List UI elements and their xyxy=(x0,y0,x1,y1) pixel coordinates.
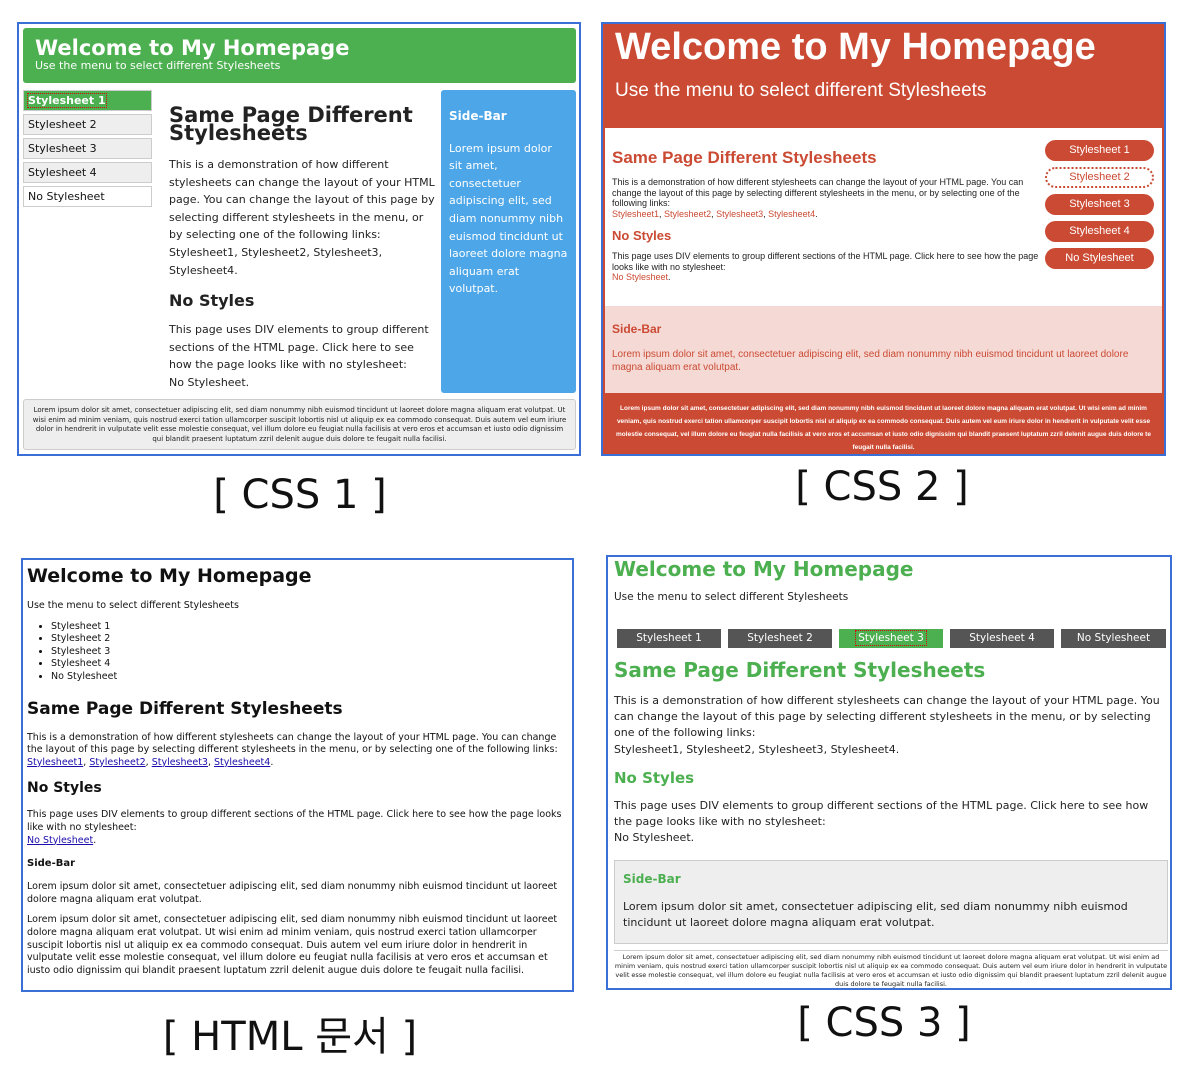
no-styles-heading: No Styles xyxy=(169,291,255,311)
menu-item-stylesheet-3[interactable]: Stylesheet 3 xyxy=(839,629,943,648)
link-no-stylesheet[interactable]: No Stylesheet xyxy=(27,835,93,846)
link-stylesheet2[interactable]: Stylesheet2 xyxy=(686,743,751,756)
intro-text: This is a demonstration of how different… xyxy=(27,731,558,768)
footer: Lorem ipsum dolor sit amet, consectetuer… xyxy=(23,399,576,450)
link-stylesheet1[interactable]: Stylesheet1 xyxy=(169,246,234,259)
page-heading: Same Page Different Stylesheets xyxy=(612,148,877,167)
link-stylesheet3[interactable]: Stylesheet3 xyxy=(313,246,378,259)
link-stylesheet2[interactable]: Stylesheet2 xyxy=(241,246,306,259)
intro-text: This is a demonstration of how different… xyxy=(169,158,435,277)
menu-item-no-stylesheet[interactable]: No Stylesheet xyxy=(1061,629,1166,648)
no-styles-text: This page uses DIV elements to group dif… xyxy=(27,809,562,846)
menu-item-stylesheet-1[interactable]: Stylesheet 1 xyxy=(1045,140,1154,161)
menu-item-stylesheet-1[interactable]: Stylesheet 1 xyxy=(23,90,152,111)
link-stylesheet4[interactable]: Stylesheet4 xyxy=(214,757,270,768)
no-styles-heading: No Styles xyxy=(612,228,672,243)
menu-item-no-stylesheet[interactable]: No Stylesheet xyxy=(1045,248,1154,269)
content-area: Same Page Different Stylesheets This is … xyxy=(605,128,1162,306)
css1-screenshot-panel: Welcome to My Homepage Use the menu to s… xyxy=(17,22,581,456)
page-heading: Same Page Different Stylesheets xyxy=(614,658,986,682)
main-content: Same Page Different Stylesheets This is … xyxy=(169,103,435,392)
link-no-stylesheet[interactable]: No Stylesheet xyxy=(169,376,246,389)
intro-text: This is a demonstration of how different… xyxy=(614,694,1160,756)
link-stylesheet1[interactable]: Stylesheet1 xyxy=(612,209,659,219)
site-subtitle: Use the menu to select different Stylesh… xyxy=(614,591,849,603)
stylesheet-menu: Stylesheet 1 Stylesheet 2 Stylesheet 3 S… xyxy=(617,629,1166,648)
menu-item-stylesheet-1[interactable]: Stylesheet 1 xyxy=(51,621,568,634)
link-stylesheet4[interactable]: Stylesheet4 xyxy=(768,209,815,219)
site-title: Welcome to My Homepage xyxy=(615,26,1096,68)
main-content: Same Page Different Stylesheets This is … xyxy=(614,657,1166,846)
menu-item-no-stylesheet[interactable]: No Stylesheet xyxy=(51,671,568,684)
sidebar-text: Lorem ipsum dolor sit amet, consectetuer… xyxy=(612,349,1129,373)
menu-item-stylesheet-4[interactable]: Stylesheet 4 xyxy=(1045,221,1154,242)
menu-item-stylesheet-3[interactable]: Stylesheet 3 xyxy=(51,646,568,659)
menu-item-stylesheet-4[interactable]: Stylesheet 4 xyxy=(51,658,568,671)
no-styles-text: This page uses DIV elements to group dif… xyxy=(614,798,1149,845)
menu-item-stylesheet-2[interactable]: Stylesheet 2 xyxy=(1045,167,1154,188)
css2-screenshot-panel: Welcome to My Homepage Use the menu to s… xyxy=(601,22,1166,456)
site-title: Welcome to My Homepage xyxy=(35,36,350,60)
menu-item-stylesheet-3[interactable]: Stylesheet 3 xyxy=(1045,194,1154,215)
menu-item-stylesheet-4[interactable]: Stylesheet 4 xyxy=(23,162,152,183)
menu-item-stylesheet-3[interactable]: Stylesheet 3 xyxy=(23,138,152,159)
link-stylesheet2[interactable]: Stylesheet2 xyxy=(89,757,145,768)
link-stylesheet4[interactable]: Stylesheet4 xyxy=(169,264,234,277)
no-styles-text: This page uses DIV elements to group dif… xyxy=(169,323,429,389)
caption-css3: [ CSS 3 ] xyxy=(797,1000,971,1046)
no-styles-heading: No Styles xyxy=(27,780,102,797)
header: Welcome to My Homepage Use the menu to s… xyxy=(23,28,576,83)
link-stylesheet1[interactable]: Stylesheet1 xyxy=(614,743,679,756)
stylesheet-menu: Stylesheet 1 Stylesheet 2 Stylesheet 3 S… xyxy=(1045,140,1154,275)
site-title: Welcome to My Homepage xyxy=(27,565,312,587)
site-title: Welcome to My Homepage xyxy=(614,557,914,581)
header: Welcome to My Homepage Use the menu to s… xyxy=(603,24,1164,128)
intro-text: This is a demonstration of how different… xyxy=(612,177,1024,219)
html-screenshot-panel: Welcome to My Homepage Use the menu to s… xyxy=(21,558,574,992)
sidebar-heading: Side-Bar xyxy=(27,858,76,870)
menu-item-stylesheet-2[interactable]: Stylesheet 2 xyxy=(51,633,568,646)
site-subtitle: Use the menu to select different Stylesh… xyxy=(27,600,239,611)
stylesheet-menu: Stylesheet 1 Stylesheet 2 Stylesheet 3 S… xyxy=(23,90,152,210)
link-stylesheet3[interactable]: Stylesheet3 xyxy=(152,757,208,768)
menu-item-stylesheet-2[interactable]: Stylesheet 2 xyxy=(728,629,832,648)
footer: Lorem ipsum dolor sit amet, consectetuer… xyxy=(616,405,1151,451)
menu-item-stylesheet-1[interactable]: Stylesheet 1 xyxy=(617,629,721,648)
sidebar-text: Lorem ipsum dolor sit amet, consectetuer… xyxy=(449,141,568,296)
link-no-stylesheet[interactable]: No Stylesheet xyxy=(612,272,668,282)
footer: Lorem ipsum dolor sit amet, consectetuer… xyxy=(614,950,1168,988)
sidebar-text: Lorem ipsum dolor sit amet, consectetuer… xyxy=(27,881,558,905)
link-no-stylesheet[interactable]: No Stylesheet xyxy=(614,831,691,844)
sidebar-heading: Side-Bar xyxy=(449,109,507,123)
sidebar-heading: Side-Bar xyxy=(623,872,681,886)
sidebar: Side-Bar Lorem ipsum dolor sit amet, con… xyxy=(441,90,576,393)
sidebar-heading: Side-Bar xyxy=(612,322,662,336)
css3-screenshot-panel: Welcome to My Homepage Use the menu to s… xyxy=(606,555,1172,990)
caption-html: [ HTML 문서 ] xyxy=(162,1014,418,1060)
link-stylesheet3[interactable]: Stylesheet3 xyxy=(716,209,763,219)
sidebar-text: Lorem ipsum dolor sit amet, consectetuer… xyxy=(623,900,1128,930)
footer: Lorem ipsum dolor sit amet, consectetuer… xyxy=(27,914,558,976)
caption-css1: [ CSS 1 ] xyxy=(213,472,387,518)
menu-item-stylesheet-2[interactable]: Stylesheet 2 xyxy=(23,114,152,135)
menu-item-no-stylesheet[interactable]: No Stylesheet xyxy=(23,186,152,207)
site-subtitle: Use the menu to select different Stylesh… xyxy=(35,59,281,72)
no-styles-heading: No Styles xyxy=(614,768,695,787)
no-styles-text: This page uses DIV elements to group dif… xyxy=(612,251,1039,282)
page-heading: Same Page Different Stylesheets xyxy=(169,103,413,145)
sidebar: Side-Bar Lorem ipsum dolor sit amet, con… xyxy=(614,860,1168,944)
link-stylesheet4[interactable]: Stylesheet4 xyxy=(831,743,896,756)
sidebar: Side-Bar Lorem ipsum dolor sit amet, con… xyxy=(605,306,1162,393)
stylesheet-menu: Stylesheet 1 Stylesheet 2 Stylesheet 3 S… xyxy=(51,621,568,684)
page-heading: Same Page Different Stylesheets xyxy=(27,698,343,719)
link-stylesheet1[interactable]: Stylesheet1 xyxy=(27,757,83,768)
menu-item-stylesheet-4[interactable]: Stylesheet 4 xyxy=(950,629,1054,648)
site-subtitle: Use the menu to select different Stylesh… xyxy=(615,80,987,101)
link-stylesheet2[interactable]: Stylesheet2 xyxy=(664,209,711,219)
main-content: Same Page Different Stylesheets This is … xyxy=(612,148,1040,283)
caption-css2: [ CSS 2 ] xyxy=(795,464,969,510)
link-stylesheet3[interactable]: Stylesheet3 xyxy=(758,743,823,756)
